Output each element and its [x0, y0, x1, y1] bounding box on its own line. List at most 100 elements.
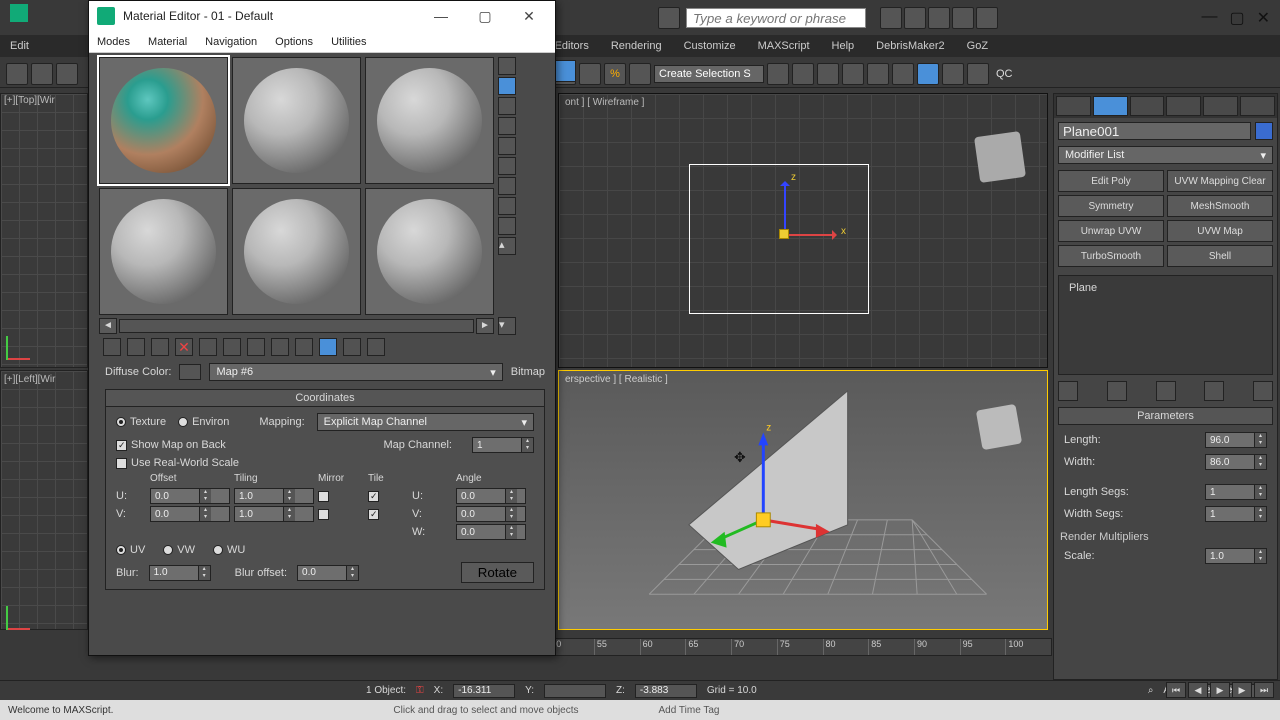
scale-spinner[interactable]: ▴▾ — [1205, 548, 1267, 564]
lock-icon[interactable]: ⚿ — [416, 685, 424, 696]
y-field[interactable] — [544, 684, 606, 698]
menu-rendering[interactable]: Rendering — [611, 40, 662, 52]
viewport-top[interactable] — [0, 93, 88, 368]
move-icon[interactable] — [554, 60, 576, 82]
me-menu-utilities[interactable]: Utilities — [331, 36, 366, 48]
curve-editor-icon[interactable] — [842, 63, 864, 85]
play-icon[interactable]: ▶ — [1210, 682, 1230, 698]
show-end-result-icon[interactable] — [319, 338, 337, 356]
backlight-icon[interactable] — [498, 77, 516, 95]
parameters-header[interactable]: Parameters — [1058, 407, 1273, 425]
viewport-front[interactable]: ont ] [ Wireframe ] z x — [558, 93, 1048, 368]
make-preview-icon[interactable] — [498, 157, 516, 175]
edit-poly-button[interactable]: Edit Poly — [1058, 170, 1164, 192]
stack-item-plane[interactable]: Plane — [1063, 280, 1268, 296]
maximize-button[interactable]: ▢ — [1229, 8, 1244, 28]
nav-back-icon[interactable] — [658, 7, 680, 29]
material-slot-6[interactable] — [365, 188, 494, 315]
unlink-icon[interactable] — [31, 63, 53, 85]
length-segs-spinner[interactable]: ▴▾ — [1205, 484, 1267, 500]
key-icon[interactable]: ⌕ — [1148, 685, 1154, 696]
z-field[interactable] — [635, 684, 697, 698]
u-tiling-spinner[interactable]: ▴▾ — [234, 488, 314, 504]
uv-radio[interactable]: UV — [116, 544, 145, 556]
object-name-field[interactable] — [1058, 122, 1251, 140]
uvw-mapping-clear-button[interactable]: UVW Mapping Clear — [1167, 170, 1273, 192]
configure-sets-icon[interactable] — [1253, 381, 1273, 401]
menu-customize[interactable]: Customize — [684, 40, 736, 52]
align-icon[interactable] — [792, 63, 814, 85]
tab-hierarchy-icon[interactable] — [1130, 96, 1165, 116]
u-tile-check[interactable] — [368, 491, 379, 502]
link-icon[interactable] — [6, 63, 28, 85]
w-angle-spinner[interactable]: ▴▾ — [456, 524, 526, 540]
me-menu-material[interactable]: Material — [148, 36, 187, 48]
tab-motion-icon[interactable] — [1166, 96, 1201, 116]
x-axis-arrow[interactable] — [784, 234, 834, 236]
star-icon[interactable] — [952, 7, 974, 29]
menu-help[interactable]: Help — [832, 40, 855, 52]
goto-start-icon[interactable]: ⏮ — [1166, 682, 1186, 698]
h-scrollbar[interactable] — [119, 319, 474, 333]
rotate-button[interactable]: Rotate — [461, 562, 534, 583]
viewport-left[interactable] — [0, 370, 88, 630]
symmetry-button[interactable]: Symmetry — [1058, 195, 1164, 217]
blur-offset-spinner[interactable]: ▴▾ — [297, 565, 359, 581]
material-slot-5[interactable] — [232, 188, 361, 315]
map-type-label[interactable]: Bitmap — [511, 366, 545, 378]
map-name-field[interactable]: Map #6 ▾ — [209, 363, 502, 381]
texture-radio[interactable]: Texture — [116, 416, 166, 428]
material-slot-1[interactable] — [99, 57, 228, 184]
go-to-parent-icon[interactable] — [343, 338, 361, 356]
u-offset-spinner[interactable]: ▴▾ — [150, 488, 230, 504]
render-setup-icon[interactable] — [917, 63, 939, 85]
u-mirror-check[interactable] — [318, 491, 329, 502]
goto-end-icon[interactable]: ⏭ — [1254, 682, 1274, 698]
make-unique-icon[interactable] — [223, 338, 241, 356]
make-unique-icon[interactable] — [1156, 381, 1176, 401]
maxscript-listener[interactable]: Welcome to MAXScript. Click and drag to … — [0, 700, 1280, 720]
options-icon[interactable] — [498, 177, 516, 195]
menu-edit[interactable]: Edit — [10, 40, 29, 52]
unwrap-uvw-button[interactable]: Unwrap UVW — [1058, 220, 1164, 242]
plane-wireframe[interactable] — [689, 164, 869, 314]
put-to-library-icon[interactable] — [247, 338, 265, 356]
help-icon[interactable] — [976, 7, 998, 29]
eyedropper-icon[interactable] — [179, 364, 201, 380]
video-check-icon[interactable] — [498, 137, 516, 155]
put-material-icon[interactable] — [127, 338, 145, 356]
menu-debrismaker2[interactable]: DebrisMaker2 — [876, 40, 944, 52]
v-tile-check[interactable] — [368, 509, 379, 520]
material-slot-3[interactable] — [365, 57, 494, 184]
tab-display-icon[interactable] — [1203, 96, 1238, 116]
spinner-snap-icon[interactable] — [629, 63, 651, 85]
layer-icon[interactable] — [817, 63, 839, 85]
me-close-button[interactable]: ✕ — [511, 8, 547, 25]
angle-snap-icon[interactable] — [579, 63, 601, 85]
make-copy-icon[interactable] — [199, 338, 217, 356]
prev-frame-icon[interactable]: ◀ — [1188, 682, 1208, 698]
me-minimize-button[interactable]: — — [423, 8, 459, 24]
go-forward-icon[interactable] — [367, 338, 385, 356]
v-angle-spinner[interactable]: ▴▾ — [456, 506, 526, 522]
wrench-icon[interactable] — [904, 7, 926, 29]
mirror-icon[interactable] — [767, 63, 789, 85]
render-frame-icon[interactable] — [942, 63, 964, 85]
me-maximize-button[interactable]: ▢ — [467, 8, 503, 25]
gizmo-origin[interactable] — [779, 229, 789, 239]
select-by-material-icon[interactable] — [498, 197, 516, 215]
schematic-icon[interactable] — [867, 63, 889, 85]
vw-radio[interactable]: VW — [163, 544, 195, 556]
show-map-back-flag[interactable]: Show Map on Back — [116, 439, 226, 451]
cloud-icon[interactable] — [928, 7, 950, 29]
width-segs-spinner[interactable]: ▴▾ — [1205, 506, 1267, 522]
viewport-perspective[interactable]: erspective ] [ Realistic ] — [558, 370, 1048, 630]
sample-type-icon[interactable] — [498, 57, 516, 75]
search-input[interactable] — [686, 8, 866, 28]
assign-material-icon[interactable] — [151, 338, 169, 356]
me-menu-navigation[interactable]: Navigation — [205, 36, 257, 48]
modifier-list-select[interactable]: Modifier List▾ — [1058, 146, 1273, 164]
modifier-stack[interactable]: Plane — [1058, 275, 1273, 375]
pin-stack-icon[interactable] — [1058, 381, 1078, 401]
binoculars-icon[interactable] — [880, 7, 902, 29]
